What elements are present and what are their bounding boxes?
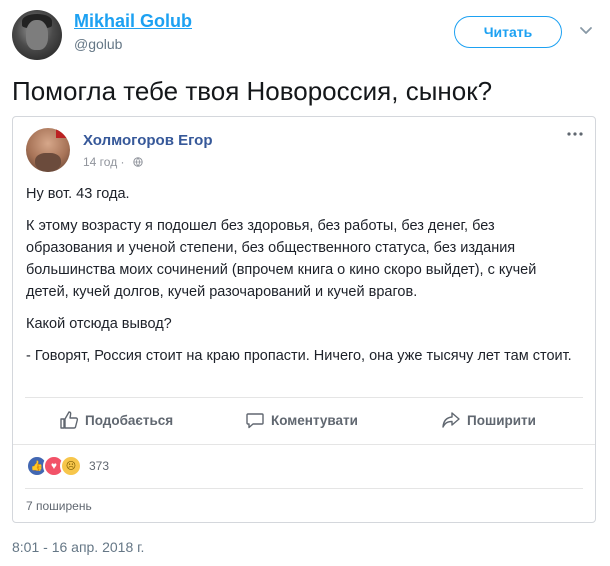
tweet-timestamp[interactable]: 8:01 - 16 апр. 2018 г. (12, 539, 144, 555)
comment-button[interactable]: Коментувати (245, 406, 358, 434)
post-paragraph: Какой отсюда вывод? (26, 316, 172, 332)
divider (13, 444, 595, 445)
post-paragraph: - Говорят, Россия стоит на краю пропасти… (26, 348, 572, 364)
share-icon (442, 412, 460, 428)
post-time: 14 год · (83, 155, 125, 169)
author-avatar[interactable] (12, 10, 62, 60)
follow-button[interactable]: Читать (454, 16, 562, 48)
shares-count[interactable]: 7 поширень (26, 499, 92, 513)
avatar-flag (56, 128, 70, 138)
reaction-count: 373 (89, 459, 110, 473)
comment-label: Коментувати (271, 412, 358, 428)
thumbs-up-icon (60, 411, 79, 429)
reactions-summary[interactable]: 👍 ♥ ☹ 373 (26, 455, 110, 477)
caret-down-icon[interactable] (578, 22, 594, 38)
post-body: Ну вот. 43 года. К этому возрасту я подо… (26, 183, 582, 377)
post-author-name[interactable]: Холмогоров Егор (83, 132, 213, 149)
sad-reaction-icon: ☹ (60, 455, 82, 477)
post-paragraph: К этому возрасту я подошел без здоровья,… (26, 218, 537, 300)
divider (25, 488, 583, 489)
divider (25, 397, 583, 398)
share-label: Поширити (467, 412, 536, 428)
author-name[interactable]: Mikhail Golub (74, 11, 192, 32)
comment-icon (246, 413, 264, 429)
like-label: Подобається (85, 412, 174, 428)
more-dots-icon[interactable] (566, 130, 584, 138)
tweet-text: Помогла тебе твоя Новороссия, сынок? (12, 76, 493, 106)
post-paragraph: Ну вот. 43 года. (26, 186, 130, 202)
share-button[interactable]: Поширити (441, 406, 536, 434)
post-author-avatar[interactable] (26, 128, 70, 172)
avatar-face (26, 20, 48, 50)
avatar-beard (35, 153, 61, 172)
like-button[interactable]: Подобається (59, 406, 173, 434)
globe-icon (133, 157, 143, 167)
embedded-facebook-post[interactable]: Холмогоров Егор 14 год · Ну вот. 43 года… (12, 116, 596, 523)
author-handle: @golub (74, 36, 123, 52)
